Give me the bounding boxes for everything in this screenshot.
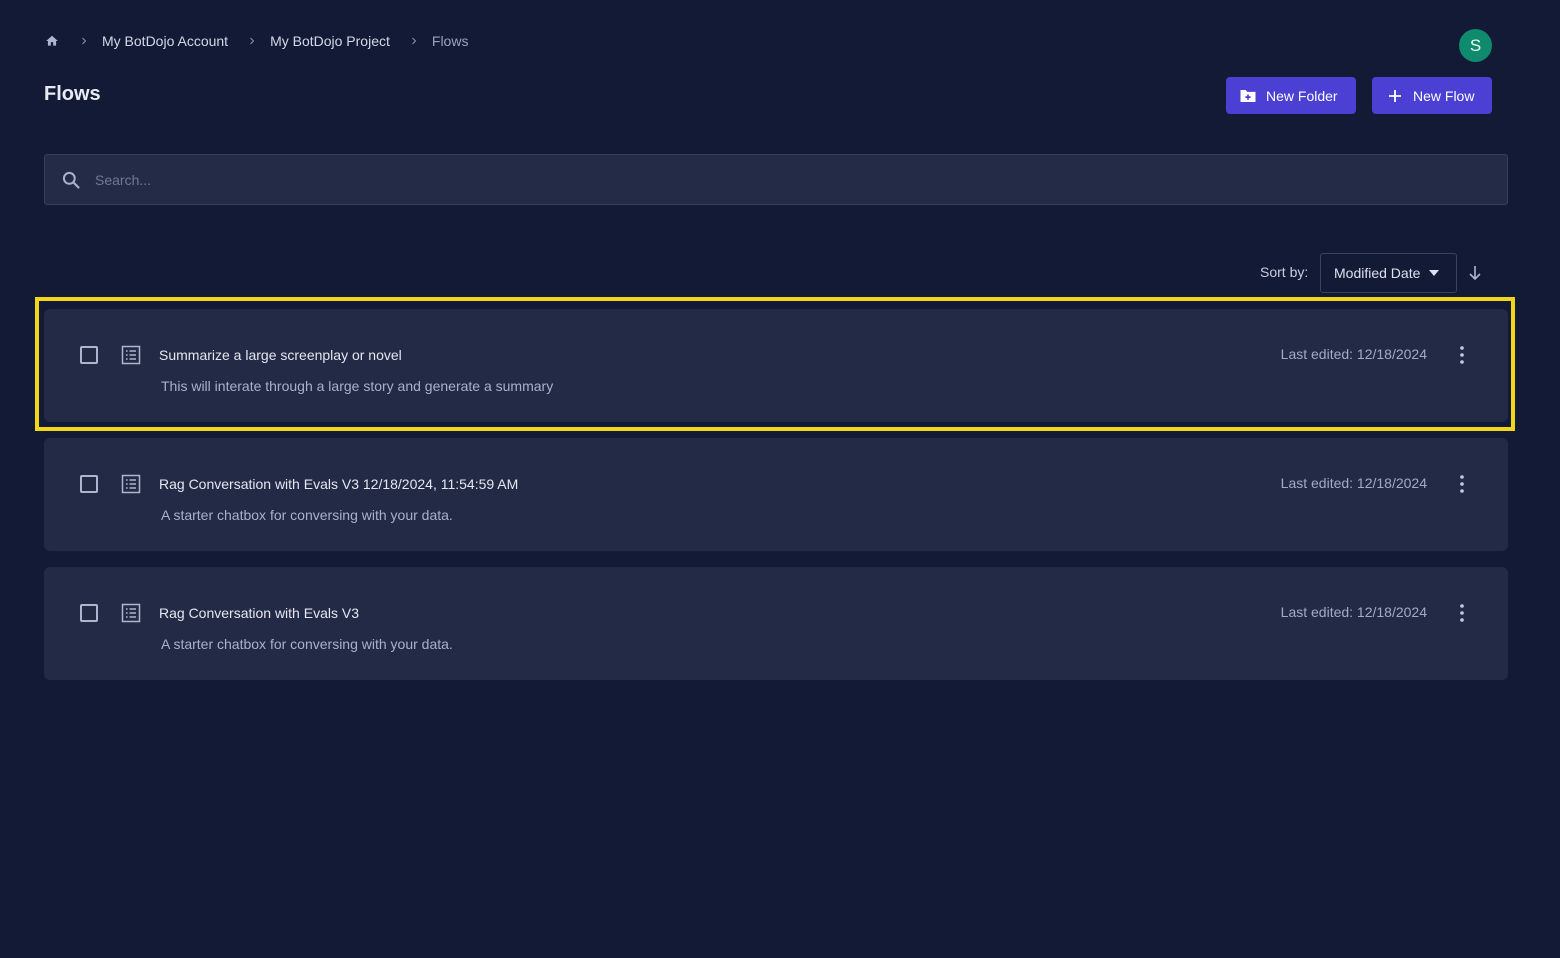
chevron-right-icon [406, 33, 422, 49]
more-vertical-icon[interactable] [1452, 473, 1472, 495]
flow-list-icon [121, 345, 141, 365]
flow-last-edited: Last edited: 12/18/2024 [1280, 604, 1427, 620]
breadcrumb-account[interactable]: My BotDojo Account [102, 33, 228, 49]
breadcrumb-project[interactable]: My BotDojo Project [270, 33, 390, 49]
sort-select[interactable]: Modified Date [1320, 253, 1457, 293]
flow-last-edited: Last edited: 12/18/2024 [1280, 346, 1427, 362]
flow-description: A starter chatbox for conversing with yo… [161, 507, 453, 523]
more-vertical-icon[interactable] [1452, 602, 1472, 624]
search-bar [44, 154, 1508, 205]
flow-card[interactable]: Rag Conversation with Evals V3 12/18/202… [44, 438, 1508, 551]
flow-title[interactable]: Rag Conversation with Evals V3 [159, 605, 359, 621]
flow-title[interactable]: Summarize a large screenplay or novel [159, 347, 402, 363]
chevron-right-icon [76, 33, 92, 49]
flow-list-icon [121, 474, 141, 494]
flow-card[interactable]: Rag Conversation with Evals V3 A starter… [44, 567, 1508, 680]
arrow-down-icon[interactable] [1465, 263, 1485, 283]
home-icon[interactable] [44, 33, 60, 49]
search-input[interactable] [95, 155, 1507, 204]
new-flow-label: New Flow [1413, 87, 1475, 104]
user-avatar[interactable]: S [1459, 29, 1492, 62]
plus-icon [1386, 87, 1404, 105]
breadcrumb: My BotDojo Account My BotDojo Project Fl… [44, 31, 468, 51]
flow-list-icon [121, 603, 141, 623]
caret-down-icon [1428, 267, 1440, 279]
folder-plus-icon [1239, 87, 1257, 105]
flow-card[interactable]: Summarize a large screenplay or novel Th… [44, 309, 1508, 422]
search-icon [61, 170, 81, 190]
flow-title[interactable]: Rag Conversation with Evals V3 12/18/202… [159, 476, 518, 492]
sort-label: Sort by: [1260, 264, 1309, 280]
new-folder-label: New Folder [1266, 87, 1338, 104]
breadcrumb-current: Flows [431, 33, 469, 49]
flow-checkbox[interactable] [80, 346, 98, 364]
flows-page: My BotDojo Account My BotDojo Project Fl… [0, 0, 1560, 958]
more-vertical-icon[interactable] [1452, 344, 1472, 366]
new-folder-button[interactable]: New Folder [1226, 77, 1356, 114]
page-title: Flows [44, 83, 101, 105]
chevron-right-icon [244, 33, 260, 49]
flow-description: This will interate through a large story… [161, 378, 554, 394]
sort-select-value: Modified Date [1334, 265, 1421, 281]
flow-checkbox[interactable] [80, 475, 98, 493]
flow-checkbox[interactable] [80, 604, 98, 622]
new-flow-button[interactable]: New Flow [1372, 77, 1492, 114]
flow-last-edited: Last edited: 12/18/2024 [1280, 475, 1427, 491]
flow-description: A starter chatbox for conversing with yo… [161, 636, 453, 652]
